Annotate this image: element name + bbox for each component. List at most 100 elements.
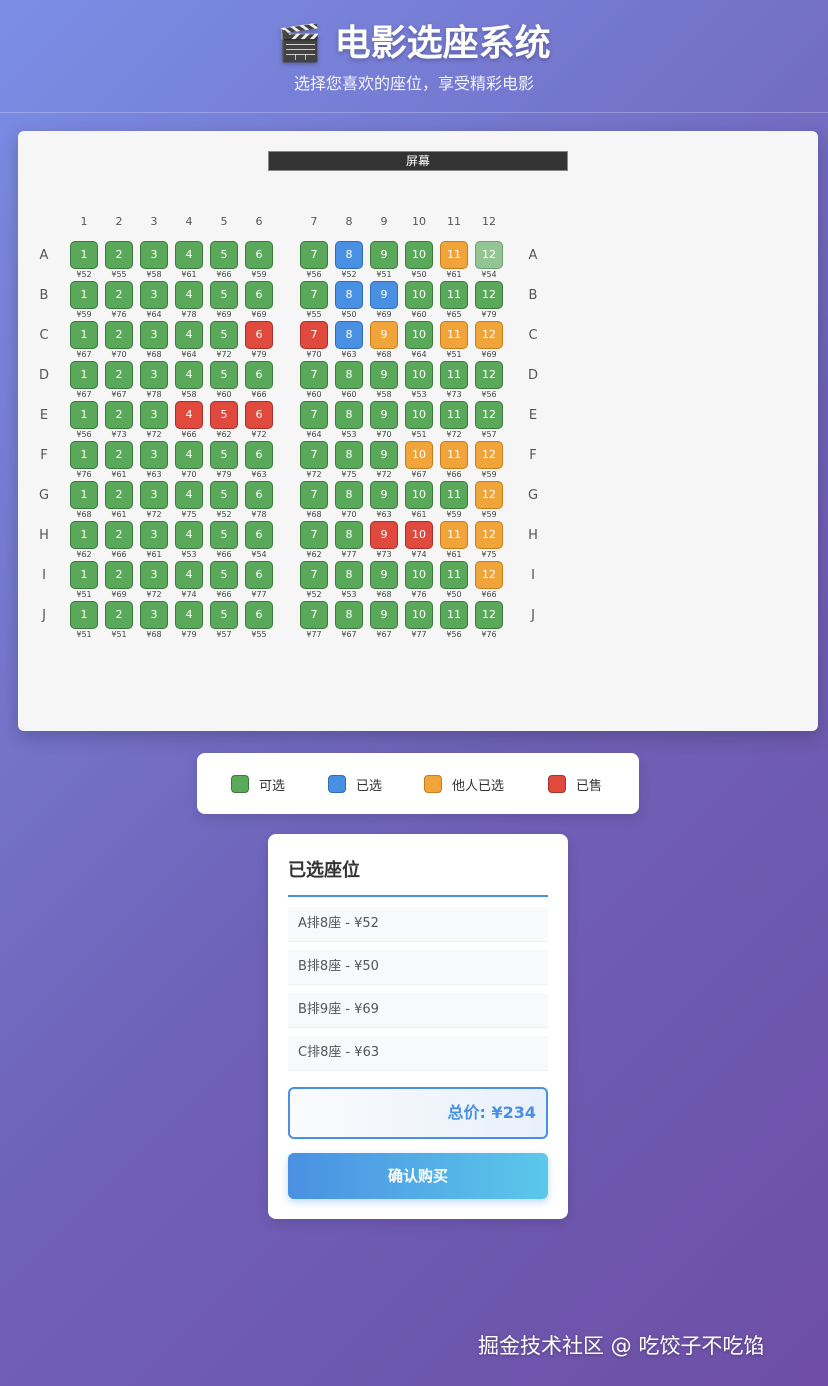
seat-I-11[interactable]: 11	[440, 561, 468, 589]
seat-F-7[interactable]: 7	[300, 441, 328, 469]
seat-I-1[interactable]: 1	[70, 561, 98, 589]
seat-J-11[interactable]: 11	[440, 601, 468, 629]
seat-F-4[interactable]: 4	[175, 441, 203, 469]
seat-B-12[interactable]: 12	[475, 281, 503, 309]
seat-D-10[interactable]: 10	[405, 361, 433, 389]
seat-C-3[interactable]: 3	[140, 321, 168, 349]
seat-D-3[interactable]: 3	[140, 361, 168, 389]
seat-G-12[interactable]: 12	[475, 481, 503, 509]
seat-E-7[interactable]: 7	[300, 401, 328, 429]
seat-J-5[interactable]: 5	[210, 601, 238, 629]
seat-I-9[interactable]: 9	[370, 561, 398, 589]
seat-A-1[interactable]: 1	[70, 241, 98, 269]
seat-G-4[interactable]: 4	[175, 481, 203, 509]
seat-B-7[interactable]: 7	[300, 281, 328, 309]
seat-G-2[interactable]: 2	[105, 481, 133, 509]
seat-D-9[interactable]: 9	[370, 361, 398, 389]
seat-I-4[interactable]: 4	[175, 561, 203, 589]
confirm-purchase-button[interactable]: 确认购买	[288, 1153, 548, 1199]
seat-E-12[interactable]: 12	[475, 401, 503, 429]
seat-I-10[interactable]: 10	[405, 561, 433, 589]
seat-J-3[interactable]: 3	[140, 601, 168, 629]
seat-E-10[interactable]: 10	[405, 401, 433, 429]
seat-E-9[interactable]: 9	[370, 401, 398, 429]
seat-G-1[interactable]: 1	[70, 481, 98, 509]
seat-D-11[interactable]: 11	[440, 361, 468, 389]
seat-A-4[interactable]: 4	[175, 241, 203, 269]
seat-A-12[interactable]: 12	[475, 241, 503, 269]
seat-B-9[interactable]: 9	[370, 281, 398, 309]
seat-F-11[interactable]: 11	[440, 441, 468, 469]
seat-C-1[interactable]: 1	[70, 321, 98, 349]
seat-I-7[interactable]: 7	[300, 561, 328, 589]
seat-B-10[interactable]: 10	[405, 281, 433, 309]
seat-H-9[interactable]: 9	[370, 521, 398, 549]
seat-C-5[interactable]: 5	[210, 321, 238, 349]
seat-I-6[interactable]: 6	[245, 561, 273, 589]
seat-J-12[interactable]: 12	[475, 601, 503, 629]
seat-E-8[interactable]: 8	[335, 401, 363, 429]
seat-J-6[interactable]: 6	[245, 601, 273, 629]
seat-B-5[interactable]: 5	[210, 281, 238, 309]
seat-E-3[interactable]: 3	[140, 401, 168, 429]
seat-H-7[interactable]: 7	[300, 521, 328, 549]
seat-I-5[interactable]: 5	[210, 561, 238, 589]
seat-G-3[interactable]: 3	[140, 481, 168, 509]
seat-H-6[interactable]: 6	[245, 521, 273, 549]
seat-H-11[interactable]: 11	[440, 521, 468, 549]
seat-E-2[interactable]: 2	[105, 401, 133, 429]
seat-J-10[interactable]: 10	[405, 601, 433, 629]
seat-C-8[interactable]: 8	[335, 321, 363, 349]
seat-C-7[interactable]: 7	[300, 321, 328, 349]
seat-B-8[interactable]: 8	[335, 281, 363, 309]
seat-D-12[interactable]: 12	[475, 361, 503, 389]
seat-H-8[interactable]: 8	[335, 521, 363, 549]
seat-H-10[interactable]: 10	[405, 521, 433, 549]
seat-H-1[interactable]: 1	[70, 521, 98, 549]
seat-G-7[interactable]: 7	[300, 481, 328, 509]
seat-I-2[interactable]: 2	[105, 561, 133, 589]
seat-G-11[interactable]: 11	[440, 481, 468, 509]
seat-F-10[interactable]: 10	[405, 441, 433, 469]
seat-F-3[interactable]: 3	[140, 441, 168, 469]
seat-B-11[interactable]: 11	[440, 281, 468, 309]
seat-F-9[interactable]: 9	[370, 441, 398, 469]
seat-E-5[interactable]: 5	[210, 401, 238, 429]
seat-H-3[interactable]: 3	[140, 521, 168, 549]
seat-D-8[interactable]: 8	[335, 361, 363, 389]
seat-A-6[interactable]: 6	[245, 241, 273, 269]
seat-E-4[interactable]: 4	[175, 401, 203, 429]
seat-B-3[interactable]: 3	[140, 281, 168, 309]
seat-B-1[interactable]: 1	[70, 281, 98, 309]
seat-F-1[interactable]: 1	[70, 441, 98, 469]
seat-D-2[interactable]: 2	[105, 361, 133, 389]
seat-J-8[interactable]: 8	[335, 601, 363, 629]
seat-G-10[interactable]: 10	[405, 481, 433, 509]
seat-J-2[interactable]: 2	[105, 601, 133, 629]
seat-A-2[interactable]: 2	[105, 241, 133, 269]
seat-D-1[interactable]: 1	[70, 361, 98, 389]
seat-A-3[interactable]: 3	[140, 241, 168, 269]
seat-G-6[interactable]: 6	[245, 481, 273, 509]
seat-I-3[interactable]: 3	[140, 561, 168, 589]
seat-A-5[interactable]: 5	[210, 241, 238, 269]
seat-J-7[interactable]: 7	[300, 601, 328, 629]
seat-B-4[interactable]: 4	[175, 281, 203, 309]
seat-F-8[interactable]: 8	[335, 441, 363, 469]
seat-F-6[interactable]: 6	[245, 441, 273, 469]
seat-G-9[interactable]: 9	[370, 481, 398, 509]
seat-B-2[interactable]: 2	[105, 281, 133, 309]
seat-A-9[interactable]: 9	[370, 241, 398, 269]
seat-G-8[interactable]: 8	[335, 481, 363, 509]
seat-J-1[interactable]: 1	[70, 601, 98, 629]
seat-D-4[interactable]: 4	[175, 361, 203, 389]
seat-E-6[interactable]: 6	[245, 401, 273, 429]
seat-D-7[interactable]: 7	[300, 361, 328, 389]
seat-C-12[interactable]: 12	[475, 321, 503, 349]
seat-E-1[interactable]: 1	[70, 401, 98, 429]
seat-D-6[interactable]: 6	[245, 361, 273, 389]
seat-C-4[interactable]: 4	[175, 321, 203, 349]
seat-G-5[interactable]: 5	[210, 481, 238, 509]
seat-A-10[interactable]: 10	[405, 241, 433, 269]
seat-J-9[interactable]: 9	[370, 601, 398, 629]
